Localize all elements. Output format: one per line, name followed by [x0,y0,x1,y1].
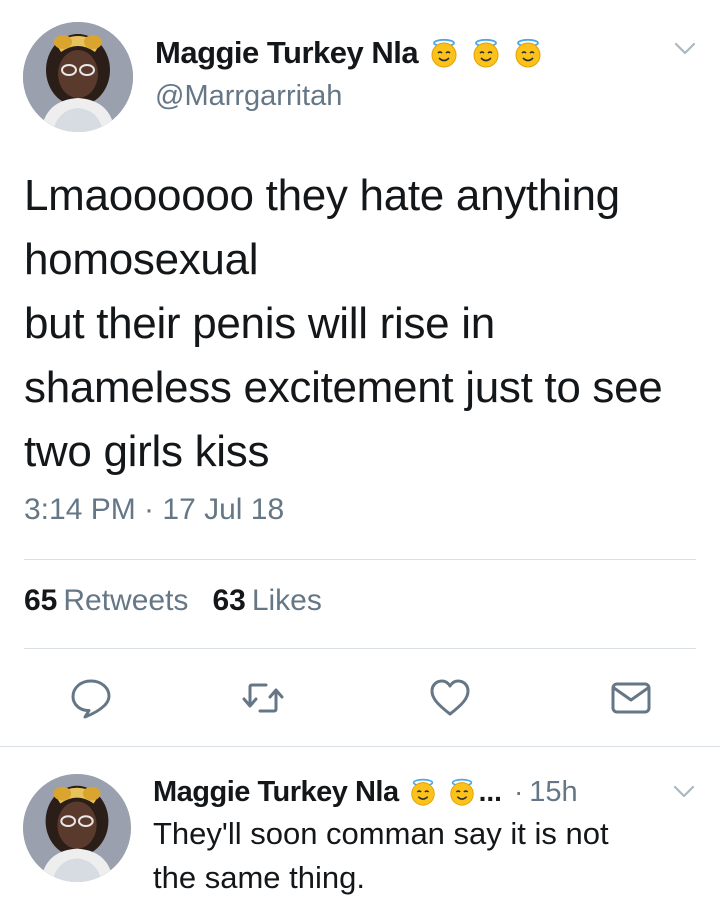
divider [24,559,696,560]
reply-author-avatar[interactable] [23,774,131,882]
likes-count: 63 [212,584,246,617]
smiling-face-with-halo-icon [447,777,477,807]
smiling-face-with-halo-icon [408,777,438,807]
divider [24,648,696,649]
reply-tweet[interactable]: Maggie Turkey Nla ... · 15h They'll soon… [0,747,720,907]
main-tweet: Maggie Turkey Nla @Marrgarritah Lmaooooo… [0,0,720,746]
smiling-face-with-halo-icon [512,37,544,69]
author-handle[interactable]: @Marrgarritah [155,80,342,113]
likes-label: Likes [251,584,322,617]
tweet-stats: 65 Retweets 63 Likes [24,584,346,618]
reply-text: They'll soon comman say it is not the sa… [153,816,609,895]
smiling-face-with-halo-icon [428,37,460,69]
reply-header: Maggie Turkey Nla ... · 15h [153,772,578,812]
separator-dot: · [513,776,524,807]
retweets-stat[interactable]: 65 Retweets [24,584,188,618]
tweet-text: Lmaoooooo they hate anything homosexual … [24,171,663,476]
smiling-face-with-halo-icon [470,37,502,69]
share-button[interactable] [608,675,654,721]
like-button[interactable] [427,675,473,721]
chevron-down-icon[interactable] [673,785,695,799]
retweets-label: Retweets [63,584,189,617]
tweet-timestamp: 3:14 PM · 17 Jul 18 [24,493,285,526]
envelope-icon [611,682,651,714]
author-avatar[interactable] [23,22,133,132]
heart-icon [430,679,470,716]
reply-button[interactable] [68,675,114,721]
retweet-button[interactable] [240,675,286,721]
author-name-row[interactable]: Maggie Turkey Nla [155,30,544,76]
speech-bubble-icon [71,679,111,719]
author-display-name[interactable]: Maggie Turkey Nla [155,35,419,71]
retweets-count: 65 [24,584,58,617]
retweet-arrows-icon [242,683,284,713]
reply-time[interactable]: 15h [529,776,577,809]
chevron-down-icon[interactable] [674,42,696,56]
reply-author-display-name[interactable]: Maggie Turkey Nla [153,776,399,809]
name-truncation: ... [478,776,502,807]
likes-stat[interactable]: 63 Likes [212,584,321,618]
